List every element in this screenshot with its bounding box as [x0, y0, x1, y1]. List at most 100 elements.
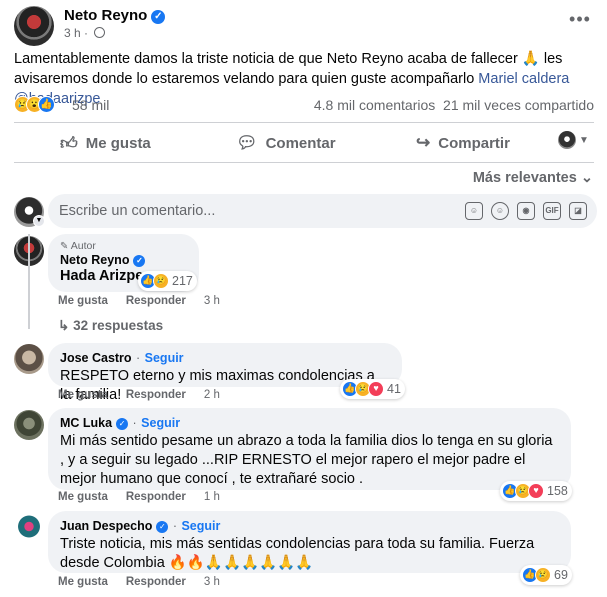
like-reaction-icon: 👍 — [38, 95, 55, 113]
composer-tools: ☺ ☺ ◉ GIF ◪ — [465, 202, 587, 220]
commenter-avatar[interactable] — [14, 410, 44, 440]
comment-actions: Me gusta Responder 3 h — [58, 576, 238, 588]
comment-reactions[interactable]: 👍 😢 ♥ 158 — [500, 481, 572, 501]
comment-like-link[interactable]: Me gusta — [58, 295, 108, 307]
post-meta: 3 h · — [64, 26, 106, 40]
verified-badge-icon: ✓ — [116, 418, 129, 430]
love-reaction-icon: ♥ — [528, 483, 544, 499]
comment-like-link[interactable]: Me gusta — [58, 576, 108, 588]
love-reaction-icon: ♥ — [368, 381, 384, 397]
meta-separator: · — [84, 26, 89, 40]
comment-actions: Me gusta Responder 3 h — [58, 295, 238, 307]
pen-icon: ✎ — [60, 241, 69, 252]
follow-button[interactable]: Seguir — [181, 519, 220, 533]
comment-header: Juan Despecho ✓ · Seguir — [60, 517, 559, 535]
share-label: Compartir — [438, 134, 510, 152]
sad-reaction-icon: 😢 — [535, 567, 551, 583]
comment-actions: Me gusta Responder 1 h — [58, 491, 238, 503]
divider — [14, 162, 594, 163]
post-actions: 👍︎ Me gusta 💬︎ Comentar ↪ Compartir ▼ — [14, 126, 594, 160]
sort-label: Más relevantes — [472, 170, 577, 186]
comment-bubble: MC Luka ✓ · Seguir Mi más sentido pesame … — [48, 408, 571, 490]
post-author-name[interactable]: Neto Reyno — [64, 7, 147, 24]
comment-reactions[interactable]: 👍 😢 217 — [138, 271, 197, 291]
view-replies[interactable]: ↳ 32 respuestas — [58, 318, 163, 334]
post-time[interactable]: 3 h — [64, 26, 81, 40]
comment-like-link[interactable]: Me gusta — [58, 389, 108, 401]
like-button[interactable]: 👍︎ Me gusta — [60, 126, 151, 160]
post-stats: 😢😮👍 58 mil 4.8 mil comentarios 21 mil ve… — [14, 94, 594, 116]
comment-author-name[interactable]: Jose Castro — [60, 351, 132, 365]
share-button[interactable]: ↪ Compartir — [416, 126, 510, 160]
divider — [14, 122, 594, 123]
comment-like-link[interactable]: Me gusta — [58, 491, 108, 503]
separator: · — [136, 351, 141, 365]
like-label: Me gusta — [85, 134, 151, 152]
comment-reactions[interactable]: 👍 😢 ♥ 41 — [340, 379, 405, 399]
chevron-down-icon[interactable]: ▼ — [33, 215, 45, 227]
comment-time[interactable]: 2 h — [204, 389, 220, 401]
author-badge-label: Autor — [70, 240, 96, 252]
author-badge: ✎ Autor — [60, 240, 187, 253]
chevron-down-icon: ▼ — [579, 134, 589, 146]
comment-time[interactable]: 3 h — [204, 576, 220, 588]
comment-author[interactable]: Neto Reyno ✓ — [60, 253, 187, 267]
thread-line — [28, 234, 30, 329]
gif-icon[interactable]: GIF — [543, 202, 561, 220]
comment-composer[interactable]: Escribe un comentario... ☺ ☺ ◉ GIF ◪ — [48, 194, 597, 228]
emoji-icon[interactable]: ☺ — [491, 202, 509, 220]
verified-badge-icon: ✓ — [151, 10, 166, 24]
verified-badge-icon: ✓ — [133, 255, 146, 267]
avatar-sticker-icon[interactable]: ☺ — [465, 202, 483, 220]
comment-actions: Me gusta Responder 2 h — [58, 389, 238, 401]
comment-time[interactable]: 1 h — [204, 491, 220, 503]
profile-switcher[interactable]: ▼ — [558, 131, 598, 155]
comment-header: Jose Castro · Seguir — [60, 349, 390, 367]
sad-reaction-icon: 😢 — [153, 273, 169, 289]
comment-button[interactable]: 💬︎ Comentar — [236, 126, 336, 160]
comment-bubble: Juan Despecho ✓ · Seguir Triste noticia, … — [48, 511, 571, 573]
stats-right: 4.8 mil comentarios 21 mil veces compart… — [314, 97, 594, 113]
commenter-avatar[interactable] — [14, 513, 44, 543]
comment-author-name[interactable]: MC Luka — [60, 416, 112, 430]
commenter-avatar[interactable] — [14, 344, 44, 374]
comment-text: Triste noticia, mis más sentidas condole… — [60, 536, 535, 571]
follow-button[interactable]: Seguir — [141, 416, 180, 430]
comment-reaction-count: 217 — [172, 274, 193, 288]
separator: · — [132, 416, 137, 430]
comment-sort[interactable]: Más relevantes ⌄ — [473, 170, 593, 186]
separator: · — [172, 519, 178, 533]
post-author[interactable]: Neto Reyno ✓ — [64, 7, 166, 24]
comment-reply-link[interactable]: Responder — [126, 491, 186, 503]
comment-input[interactable]: Escribe un comentario... — [59, 203, 215, 219]
comment-reply-link[interactable]: Responder — [126, 576, 186, 588]
reply-arrow-icon: ↳ — [58, 318, 70, 333]
follow-button[interactable]: Seguir — [145, 351, 184, 365]
comment-time[interactable]: 3 h — [204, 295, 220, 307]
shares-count[interactable]: 21 mil veces compartido — [443, 97, 594, 113]
profile-avatar — [558, 131, 576, 149]
author-avatar[interactable] — [14, 6, 54, 46]
comment-reply-link[interactable]: Responder — [126, 389, 186, 401]
comment-author-name[interactable]: Juan Despecho — [60, 519, 152, 533]
mention-link[interactable]: Mariel caldera — [478, 71, 569, 87]
more-options-icon[interactable]: ••• — [568, 10, 592, 34]
comment-author-name[interactable]: Neto Reyno — [60, 253, 129, 267]
sticker-icon[interactable]: ◪ — [569, 202, 587, 220]
comment-text: Mi más sentido pesame un abrazo a toda l… — [60, 433, 553, 487]
camera-icon[interactable]: ◉ — [517, 202, 535, 220]
reactions-count[interactable]: 58 mil — [72, 97, 109, 113]
thumbs-up-icon: 👍︎ — [60, 133, 78, 153]
comment-reply-link[interactable]: Responder — [126, 295, 186, 307]
comment-reactions[interactable]: 👍 😢 69 — [520, 565, 572, 585]
comment-reaction-count: 41 — [387, 382, 401, 396]
replies-label: 32 respuestas — [73, 318, 164, 333]
comment-icon: 💬︎ — [236, 133, 258, 152]
comments-count[interactable]: 4.8 mil comentarios — [314, 97, 435, 113]
chevron-down-icon: ⌄ — [580, 170, 593, 186]
verified-badge-icon: ✓ — [156, 521, 169, 533]
comment-header: MC Luka ✓ · Seguir — [60, 414, 559, 432]
comment-reaction-count: 69 — [554, 568, 568, 582]
reaction-icons[interactable]: 😢😮👍 — [14, 95, 55, 113]
globe-icon — [94, 27, 106, 38]
